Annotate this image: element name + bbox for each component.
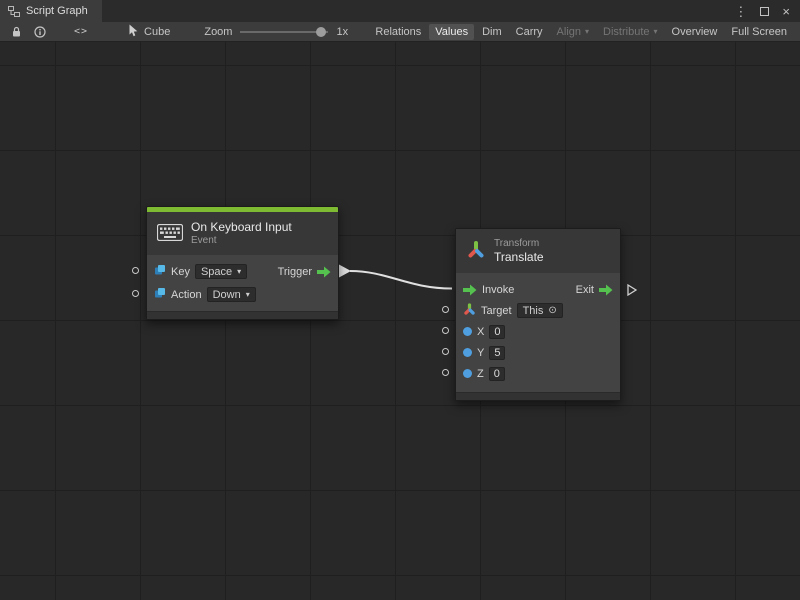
- cursor-icon: [128, 24, 139, 40]
- zoom-value: 1x: [336, 26, 348, 38]
- z-input-port[interactable]: [442, 369, 449, 376]
- y-value-dot-icon: [463, 348, 472, 357]
- zoom-slider[interactable]: [240, 27, 328, 37]
- node-title: On Keyboard Input: [191, 221, 292, 234]
- y-label: Y: [477, 347, 484, 359]
- target-picker-icon: ⊙: [548, 305, 556, 316]
- x-label: X: [477, 326, 484, 338]
- tab-script-graph[interactable]: Script Graph: [0, 0, 102, 22]
- y-input[interactable]: 5: [489, 346, 505, 360]
- x-value-dot-icon: [463, 327, 472, 336]
- action-label: Action: [171, 289, 202, 301]
- exit-output-port[interactable]: [599, 284, 613, 296]
- window-menu-icon[interactable]: ⋮: [734, 5, 747, 18]
- target-input-port[interactable]: [442, 306, 449, 313]
- trigger-output-port[interactable]: [317, 266, 331, 278]
- node-translate[interactable]: Transform Translate Invoke Exit: [455, 228, 621, 401]
- node-subtitle: Event: [191, 235, 292, 247]
- graph-target[interactable]: Cube: [128, 24, 170, 40]
- action-row: Action Down ▾: [147, 284, 338, 305]
- key-dropdown[interactable]: Space ▾: [195, 264, 247, 279]
- fullscreen-button[interactable]: Full Screen: [725, 24, 793, 40]
- zoom-label: Zoom: [204, 26, 232, 38]
- node-footer: [456, 392, 620, 400]
- variable-icon: [154, 264, 166, 279]
- x-row: X 0: [456, 321, 620, 342]
- maximize-icon[interactable]: [760, 7, 769, 16]
- lock-icon[interactable]: [11, 26, 22, 38]
- graph-icon: [8, 5, 20, 17]
- tab-title: Script Graph: [26, 5, 88, 17]
- action-dropdown[interactable]: Down ▾: [207, 287, 256, 302]
- x-input-port[interactable]: [442, 327, 449, 334]
- target-label: Target: [481, 305, 512, 317]
- relations-button[interactable]: Relations: [369, 24, 427, 40]
- transform-icon: [466, 240, 486, 263]
- invoke-label: Invoke: [482, 284, 514, 296]
- values-button[interactable]: Values: [429, 24, 474, 40]
- info-icon[interactable]: [34, 26, 46, 38]
- chevron-down-icon: ▾: [585, 28, 589, 36]
- node-title: Translate: [494, 251, 544, 264]
- node-header[interactable]: Transform Translate: [456, 229, 620, 273]
- target-object-label: Cube: [144, 26, 170, 38]
- dim-button[interactable]: Dim: [476, 24, 508, 40]
- code-view-icon[interactable]: <>: [74, 26, 88, 37]
- x-input[interactable]: 0: [489, 325, 505, 339]
- y-row: Y 5: [456, 342, 620, 363]
- chevron-down-icon: ▾: [654, 28, 658, 36]
- invoke-input-port[interactable]: [463, 284, 477, 296]
- target-value-button[interactable]: This ⊙: [517, 303, 563, 318]
- exit-flow-hint-icon[interactable]: [627, 284, 637, 296]
- graph-canvas[interactable]: On Keyboard Input Event Key Space ▾ Tri: [0, 42, 800, 600]
- target-row: Target This ⊙: [456, 300, 620, 321]
- node-header[interactable]: On Keyboard Input Event: [147, 212, 338, 255]
- connection-arrow-icon: [339, 265, 351, 278]
- chevron-down-icon: ▾: [246, 291, 250, 299]
- key-row: Key Space ▾ Trigger: [147, 261, 338, 282]
- trigger-label: Trigger: [278, 266, 312, 278]
- node-category: Transform: [494, 238, 544, 250]
- exit-label: Exit: [576, 284, 594, 296]
- action-input-port[interactable]: [132, 290, 139, 297]
- z-value-dot-icon: [463, 369, 472, 378]
- variable-icon: [154, 287, 166, 302]
- align-button[interactable]: Align▾: [551, 24, 595, 40]
- titlebar: Script Graph ⋮ ×: [0, 0, 800, 22]
- connection-trigger-to-invoke[interactable]: [0, 42, 800, 600]
- key-label: Key: [171, 266, 190, 278]
- carry-button[interactable]: Carry: [510, 24, 549, 40]
- zoom-slider-track: [240, 31, 328, 33]
- chevron-down-icon: ▾: [237, 268, 241, 276]
- node-footer: [147, 311, 338, 319]
- close-icon[interactable]: ×: [782, 5, 790, 18]
- transform-small-icon: [463, 303, 476, 319]
- z-label: Z: [477, 368, 484, 380]
- distribute-button[interactable]: Distribute▾: [597, 24, 663, 40]
- z-row: Z 0: [456, 363, 620, 384]
- graph-toolbar: <> Cube Zoom 1x Relations Values Dim Car…: [0, 22, 800, 42]
- node-on-keyboard-input[interactable]: On Keyboard Input Event Key Space ▾ Tri: [146, 206, 339, 320]
- z-input[interactable]: 0: [489, 367, 505, 381]
- invoke-row: Invoke Exit: [456, 279, 620, 300]
- y-input-port[interactable]: [442, 348, 449, 355]
- key-input-port[interactable]: [132, 267, 139, 274]
- zoom-control: Zoom 1x: [204, 26, 348, 38]
- overview-button[interactable]: Overview: [666, 24, 724, 40]
- keyboard-icon: [157, 224, 183, 244]
- zoom-slider-handle[interactable]: [316, 27, 326, 37]
